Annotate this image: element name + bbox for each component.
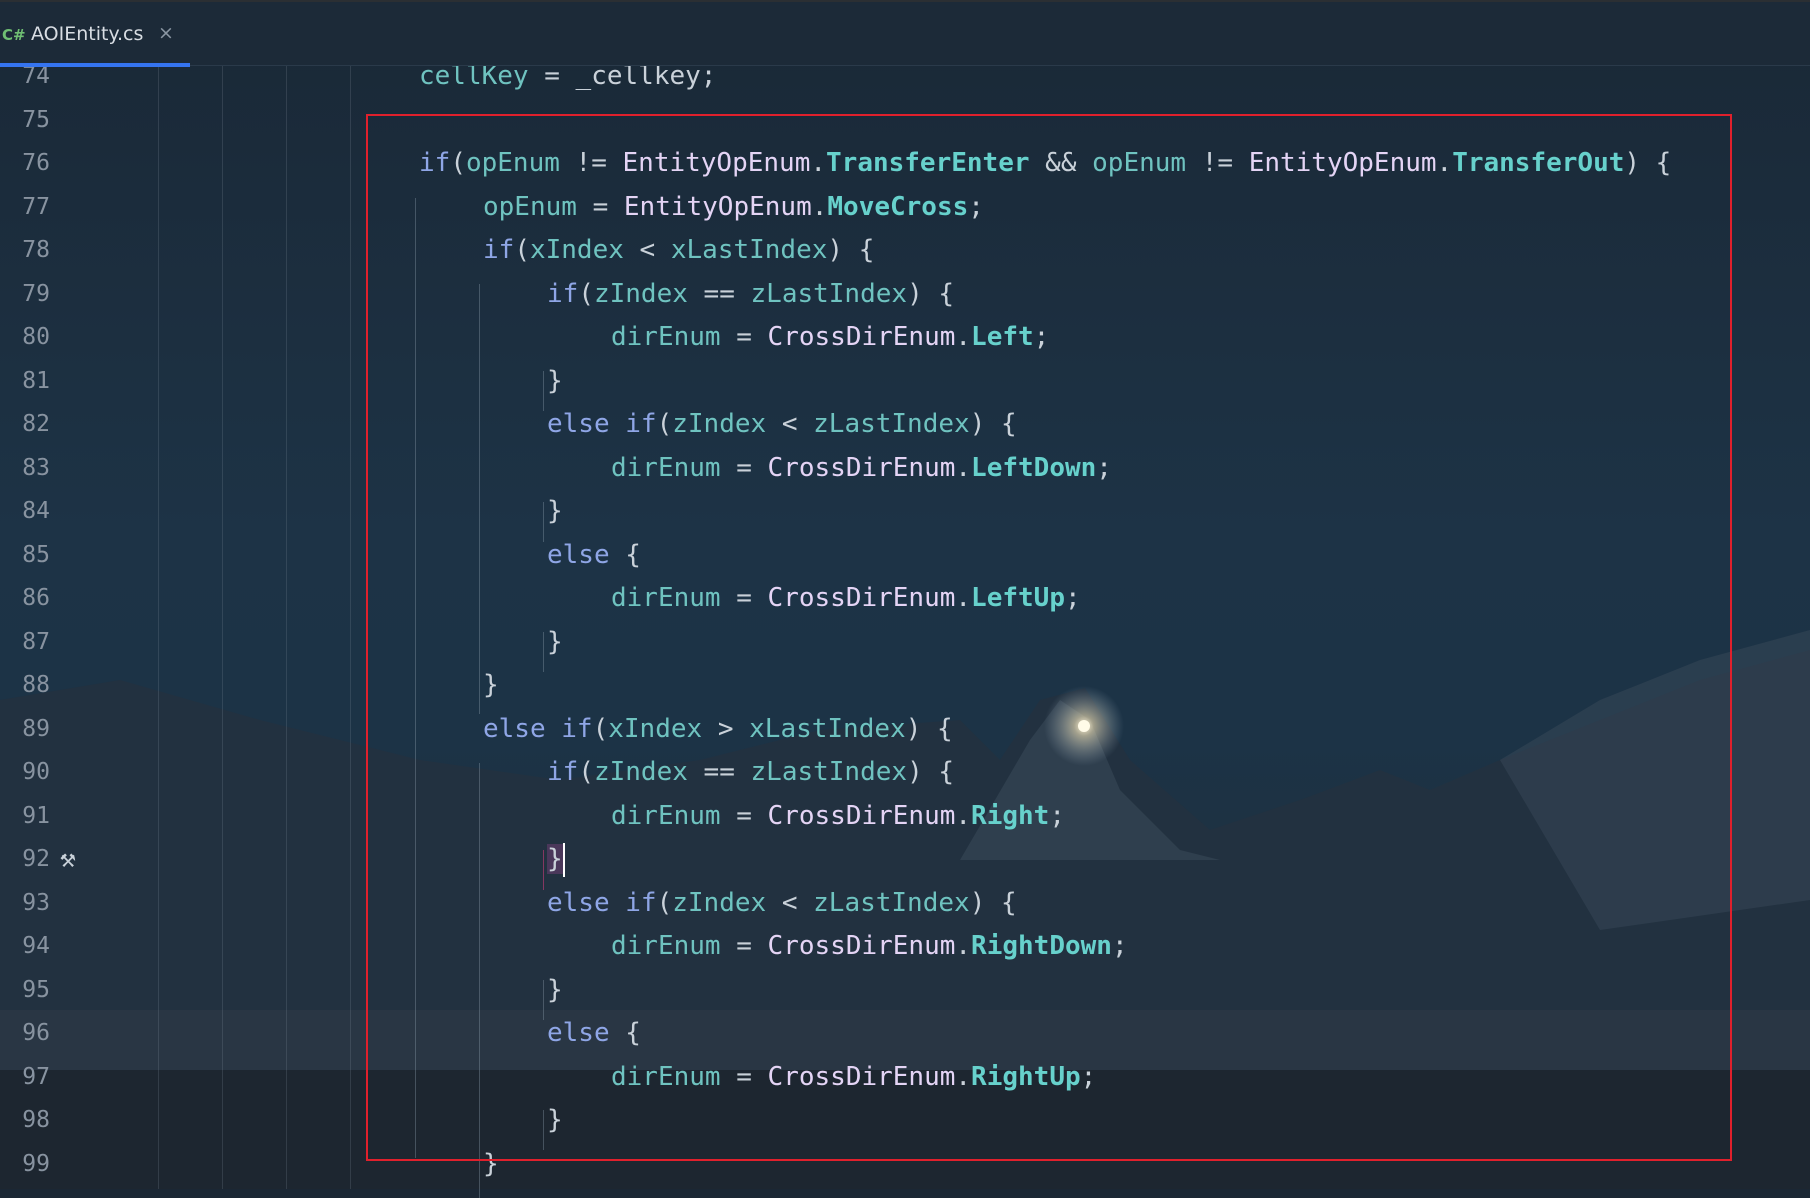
matched-brace: } [547,844,563,874]
code-line[interactable]: 97 dirEnum = CrossDirEnum.RightUp; [0,1056,1810,1100]
code-text: } [483,1148,499,1179]
code-line[interactable]: 90 if(zIndex == zLastIndex) { [0,751,1810,795]
code-text: else if(xIndex > xLastIndex) { [483,713,953,744]
code-line[interactable]: 79 if(zIndex == zLastIndex) { [0,273,1810,317]
code-line[interactable]: 83 dirEnum = CrossDirEnum.LeftDown; [0,447,1810,491]
line-number: 80 [22,324,50,350]
code-line-current[interactable]: 92 ⚒ } [0,838,1810,882]
hammer-icon[interactable]: ⚒ [60,838,76,882]
code-text: } [547,626,563,657]
code-line[interactable]: 91 dirEnum = CrossDirEnum.Right; [0,795,1810,839]
code-line[interactable]: 96 else { [0,1012,1810,1056]
code-text: } [547,974,563,1005]
code-line[interactable]: 84 } [0,490,1810,534]
code-text: if(zIndex == zLastIndex) { [547,757,955,787]
code-text: dirEnum = CrossDirEnum.Left; [611,322,1050,352]
line-number: 76 [22,150,50,176]
code-text: dirEnum = CrossDirEnum.Right; [611,800,1065,831]
code-text: dirEnum = CrossDirEnum.RightUp; [611,1061,1097,1092]
line-number: 97 [22,1063,50,1090]
code-text: else { [547,1018,641,1048]
line-number: 92 [22,846,50,872]
code-line[interactable]: 87 } [0,621,1810,665]
code-text: } [547,365,563,396]
code-text: dirEnum = CrossDirEnum.RightDown; [611,931,1128,961]
editor-tab-bar: C# AOIEntity.cs × [0,0,1810,67]
code-line[interactable]: 77 opEnum = EntityOpEnum.MoveCross; [0,186,1810,230]
line-number: 79 [22,280,50,307]
line-number: 94 [22,933,50,959]
code-text: } [483,670,499,700]
line-number: 86 [22,585,50,611]
tab-aoientity[interactable]: C# AOIEntity.cs × [0,2,190,67]
code-line[interactable]: 78 if(xIndex < xLastIndex) { [0,229,1810,273]
code-line[interactable]: 75 [0,99,1810,143]
code-line[interactable]: 93 else if(zIndex < zLastIndex) { [0,882,1810,926]
line-number: 83 [22,454,50,481]
code-line[interactable]: 86 dirEnum = CrossDirEnum.LeftUp; [0,577,1810,621]
code-line[interactable]: 89 else if(xIndex > xLastIndex) { [0,708,1810,752]
code-text: dirEnum = CrossDirEnum.LeftUp; [611,583,1081,613]
tab-filename: AOIEntity.cs [31,23,144,45]
line-number: 85 [22,541,50,568]
line-number: 77 [22,193,50,220]
line-number: 91 [22,802,50,829]
csharp-file-icon: C# [2,26,26,44]
line-number: 96 [22,1020,50,1046]
code-line[interactable]: 88 } [0,664,1810,708]
active-tab-indicator [0,63,190,67]
code-text: if(xIndex < xLastIndex) { [483,235,875,265]
code-line[interactable]: 80 dirEnum = CrossDirEnum.Left; [0,316,1810,360]
line-number: 78 [22,237,50,263]
code-text: opEnum = EntityOpEnum.MoveCross; [483,191,984,222]
code-text: else if(zIndex < zLastIndex) { [547,409,1017,439]
line-number: 99 [22,1150,50,1177]
line-number: 75 [22,106,50,133]
close-tab-icon[interactable]: × [158,22,174,44]
line-number: 95 [22,976,50,1003]
code-line[interactable]: 81 } [0,360,1810,404]
line-number: 90 [22,759,50,785]
code-text: } [547,1105,563,1135]
line-number: 81 [22,367,50,394]
code-text: if(zIndex == zLastIndex) { [547,278,955,309]
line-number: 88 [22,672,50,698]
line-number: 82 [22,411,50,437]
code-line[interactable]: 99 } [0,1143,1810,1187]
line-number: 93 [22,889,50,916]
code-text: else if(zIndex < zLastIndex) { [547,887,1017,918]
line-number: 89 [22,715,50,742]
code-text: } [547,496,563,526]
code-editor[interactable]: 74 cellKey = _cellkey; 75 76 if(opEnum !… [0,61,1810,1198]
line-number: 87 [22,628,50,655]
code-line[interactable]: 82 else if(zIndex < zLastIndex) { [0,403,1810,447]
code-text: if(opEnum != EntityOpEnum.TransferEnter … [419,148,1672,178]
code-text: dirEnum = CrossDirEnum.LeftDown; [611,452,1112,483]
code-line[interactable]: 94 dirEnum = CrossDirEnum.RightDown; [0,925,1810,969]
line-number: 98 [22,1107,50,1133]
code-line[interactable]: 85 else { [0,534,1810,578]
code-line[interactable]: 95 } [0,969,1810,1013]
code-line[interactable]: 98 } [0,1099,1810,1143]
line-number: 84 [22,498,50,524]
text-caret [563,843,565,877]
code-text: } [547,838,563,882]
code-text: else { [547,539,641,570]
code-line[interactable]: 76 if(opEnum != EntityOpEnum.TransferEnt… [0,142,1810,186]
